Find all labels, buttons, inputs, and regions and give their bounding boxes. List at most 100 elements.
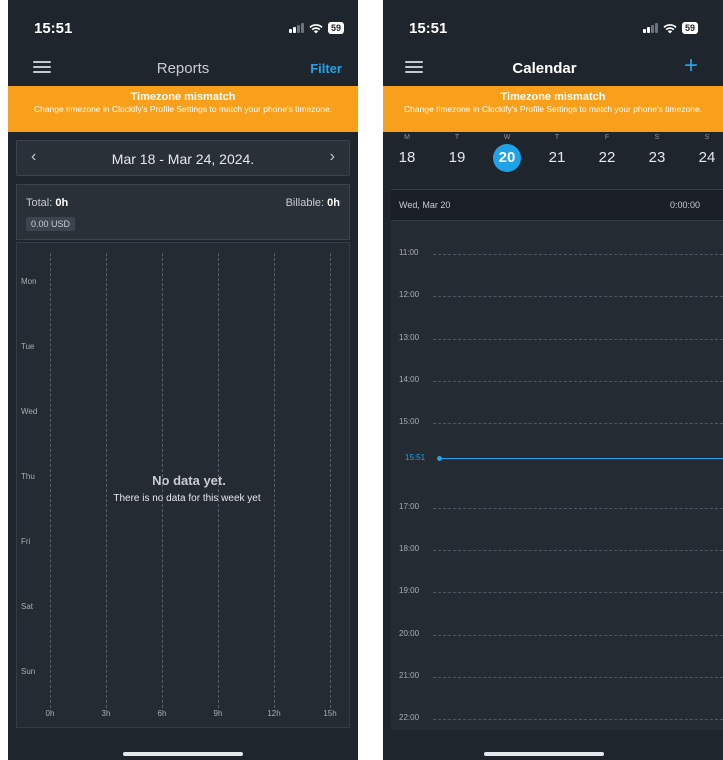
time-row: 12:00 [391,290,723,302]
weekday-letter: F [604,134,610,141]
status-bar: 15:51 59 [8,0,358,50]
hour-gridline [433,550,723,552]
page-title: Calendar [512,60,577,77]
week-day-19[interactable]: T 19 [439,132,475,172]
week-day-20[interactable]: W 20 [489,132,525,172]
billable-summary: Billable: 0h [285,197,340,209]
week-day-22[interactable]: F 22 [589,132,625,172]
time-row: 15:00 [391,417,723,429]
reports-screen: 15:51 59 Reports Filter Timezone mismatc… [8,0,358,760]
weekday-number: 20 [493,144,521,172]
home-indicator [123,752,243,756]
filter-button[interactable]: Filter [310,61,342,76]
week-day-21[interactable]: T 21 [539,132,575,172]
week-day-strip: M 18 T 19 W 20 T 21 F 22 S 23 S 24 [383,132,723,184]
time-row: 18:00 [391,544,723,556]
battery-icon: 59 [681,22,698,34]
hour-gridline [433,507,723,509]
signal-icon [288,23,304,33]
week-day-23[interactable]: S 23 [639,132,675,172]
week-day-24[interactable]: S 24 [689,132,723,172]
day-label: Sun [21,667,36,676]
weekday-letter: M [404,134,410,141]
hour-gridline [433,296,723,298]
time-label: 13:00 [399,332,420,342]
home-indicator [483,752,604,756]
hour-label: 9h [213,709,223,718]
gridline [218,253,219,708]
signal-icon [642,23,658,33]
day-timeline[interactable]: 11:00 12:00 13:00 14:00 15:00 17:00 18:00 19:00… [391,221,723,730]
wifi-icon [309,23,323,33]
time-row: 19:00 [391,586,723,598]
time-label: 17:00 [399,501,420,511]
selected-date: Wed, Mar 20 [399,200,451,210]
weekday-letter: S [654,134,660,141]
hour-gridline [433,634,723,636]
hour-label: 3h [101,709,111,718]
gridline [274,253,275,708]
day-label: Mon [21,277,37,286]
time-row: 22:00 [391,713,723,725]
gridline [162,253,163,708]
banner-title: Timezone mismatch [130,91,236,103]
weekday-number: 19 [448,149,466,166]
time-row: 13:00 [391,333,723,345]
weekday-letter: T [454,134,460,141]
status-time: 15:51 [409,20,448,37]
weekday-number: 23 [648,149,666,166]
weekly-bar-chart: No data yet. There is no data for this w… [16,242,350,728]
hour-gridline [433,719,723,721]
time-label: 12:00 [399,290,420,300]
day-label: Thu [21,472,35,481]
current-time-label: 15:51 [405,453,426,463]
weekday-number: 21 [548,149,566,166]
battery-icon: 59 [327,22,344,34]
hour-label: 12h [267,709,281,718]
chevron-right-icon[interactable]: › [330,148,335,166]
hour-gridline [433,254,723,255]
app-header: Calendar + [383,50,723,86]
time-label: 15:00 [399,417,420,427]
time-label: 21:00 [399,671,420,680]
amount-badge: 0.00 USD [26,217,76,231]
time-row: 17:00 [391,502,723,514]
timezone-mismatch-banner: Timezone mismatch Change timezone in Clo… [383,86,723,132]
hour-gridline [433,423,723,425]
day-total: 0:00:00 [669,200,700,210]
day-header: Wed, Mar 20 0:00:00 [391,189,723,221]
time-label: 19:00 [399,586,420,596]
gridline [330,253,331,708]
weekday-letter: W [503,134,511,141]
time-label: 11:00 [399,248,419,257]
time-row: 11:00 [391,248,723,260]
empty-state-title: No data yet. [152,473,226,488]
date-range-selector: ‹ Mar 18 - Mar 24, 2024. › [16,140,350,176]
day-label: Fri [21,537,31,546]
weekday-number: 24 [698,149,716,166]
status-icons: 59 [288,22,344,34]
week-day-18[interactable]: M 18 [389,132,425,172]
time-label: 20:00 [399,628,420,638]
gridline [50,253,51,708]
weekday-number: 18 [398,149,416,166]
banner-message: Change timezone in Clockify's Profile Se… [403,104,703,114]
status-bar: 15:51 59 [383,0,723,50]
status-time: 15:51 [34,20,73,37]
banner-title: Timezone mismatch [500,91,606,103]
day-label: Tue [21,342,35,351]
day-label: Sat [21,602,34,611]
hour-label: 6h [157,709,167,718]
add-entry-button[interactable]: + [684,54,698,78]
totals-panel: Total: 0h Billable: 0h 0.00 USD [16,184,350,240]
time-label: 14:00 [399,374,420,384]
current-time-indicator: 15:51 [391,453,723,465]
gridline [106,253,107,708]
weekday-letter: S [704,134,710,141]
status-icons: 59 [642,22,698,34]
hour-label: 15h [323,709,337,718]
app-header: Reports Filter [8,50,358,86]
hour-gridline [433,380,723,382]
time-row: 20:00 [391,629,723,641]
hour-label: 0h [45,709,55,718]
